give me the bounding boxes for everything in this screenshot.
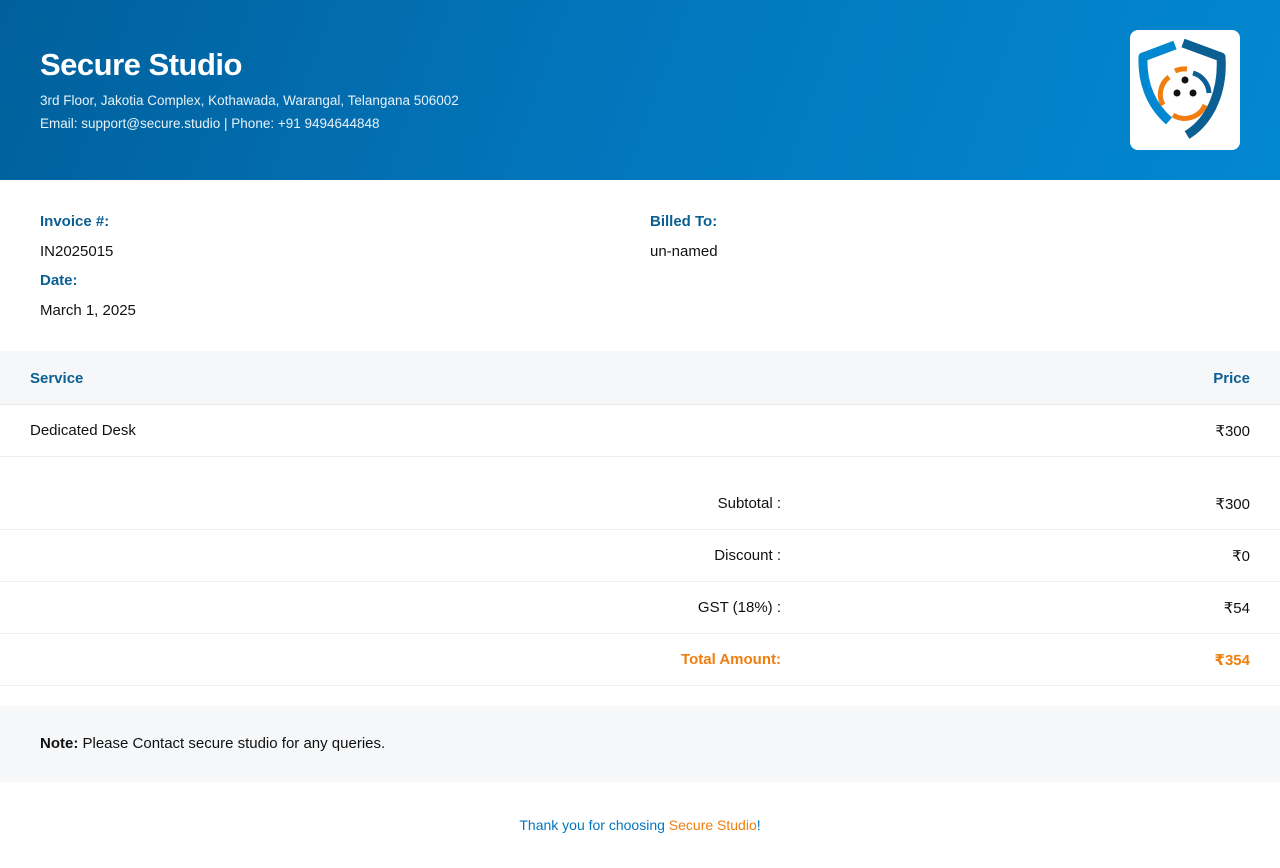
- gst-row: GST (18%) : ₹54: [0, 582, 1280, 634]
- services-table-header: Service Price: [0, 351, 1280, 405]
- note-label: Note:: [40, 735, 79, 752]
- billed-to-label: Billed To:: [650, 213, 718, 230]
- billed-to-name: un-named: [650, 243, 718, 260]
- shield-logo-icon: [1138, 38, 1226, 139]
- note-message: Please Contact secure studio for any que…: [78, 735, 386, 752]
- service-price: ₹300: [1215, 423, 1250, 440]
- invoice-number-label: Invoice #:: [40, 213, 110, 230]
- total-label: Total Amount:: [681, 651, 781, 668]
- total-value: ₹354: [1214, 652, 1250, 669]
- footer-brand: Secure Studio: [668, 817, 757, 833]
- company-address: 3rd Floor, Jakotia Complex, Kothawada, W…: [40, 93, 459, 108]
- footer-thank-you: Thank you for choosing Secure Studio!: [0, 817, 1280, 833]
- subtotal-label: Subtotal :: [717, 495, 781, 512]
- service-name: Dedicated Desk: [30, 422, 136, 439]
- invoice-header: Secure Studio 3rd Floor, Jakotia Complex…: [0, 0, 1280, 180]
- total-row: Total Amount: ₹354: [0, 634, 1280, 686]
- note-section: Note: Please Contact secure studio for a…: [0, 706, 1280, 782]
- company-contact: Email: support@secure.studio | Phone: +9…: [40, 116, 380, 131]
- discount-row: Discount : ₹0: [0, 530, 1280, 582]
- invoice-date-label: Date:: [40, 272, 78, 289]
- gst-value: ₹54: [1223, 600, 1250, 617]
- gst-label: GST (18%) :: [697, 599, 781, 616]
- subtotal-row: Subtotal : ₹300: [0, 478, 1280, 530]
- invoice-date: March 1, 2025: [40, 302, 136, 319]
- company-name: Secure Studio: [40, 47, 242, 82]
- company-logo: [1130, 30, 1240, 150]
- service-column-header: Service: [30, 370, 84, 387]
- footer-suffix: !: [756, 817, 761, 833]
- invoice-number: IN2025015: [40, 243, 114, 260]
- subtotal-value: ₹300: [1215, 496, 1250, 513]
- discount-label: Discount :: [714, 547, 781, 564]
- note-text: Note: Please Contact secure studio for a…: [40, 735, 385, 752]
- discount-value: ₹0: [1232, 548, 1250, 565]
- table-row: Dedicated Desk ₹300: [0, 405, 1280, 457]
- price-column-header: Price: [1213, 370, 1250, 387]
- footer-text: Thank you for choosing: [519, 817, 669, 833]
